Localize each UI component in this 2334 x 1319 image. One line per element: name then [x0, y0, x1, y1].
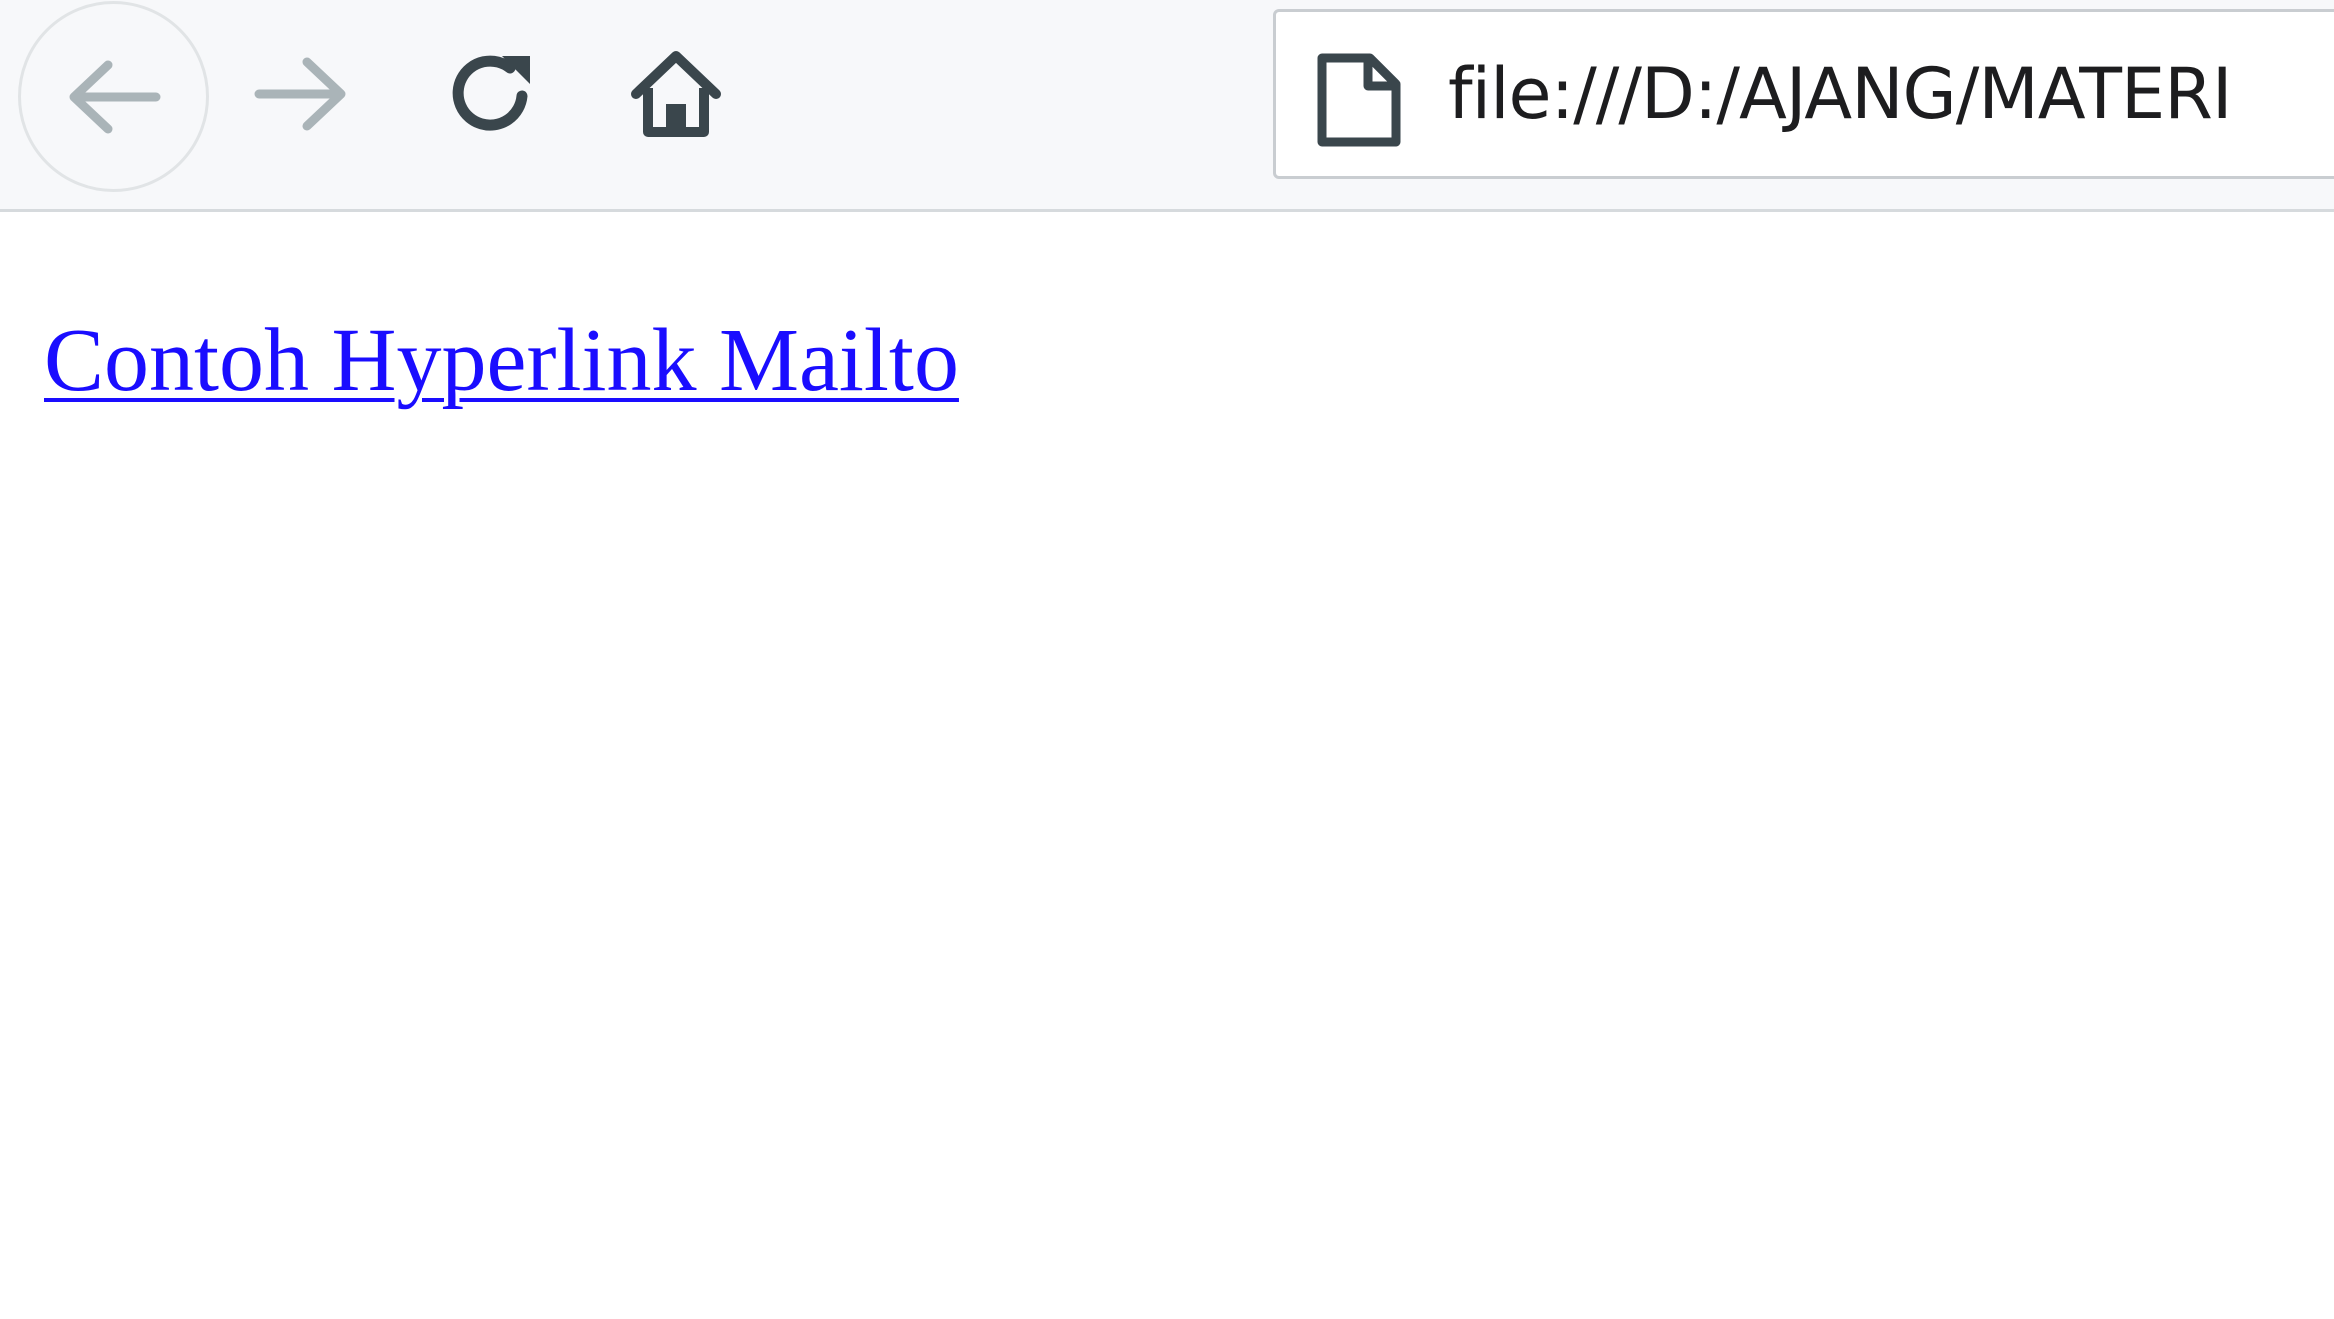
- address-bar[interactable]: file:///D:/AJANG/MATERI: [1273, 9, 2334, 179]
- arrow-right-icon: [254, 57, 346, 131]
- arrow-left-icon: [69, 60, 160, 133]
- home-button[interactable]: [620, 44, 732, 144]
- mailto-link[interactable]: Contoh Hyperlink Mailto: [44, 311, 959, 410]
- document-icon: [1317, 53, 1401, 147]
- reload-icon: [452, 55, 530, 131]
- page-content: Contoh Hyperlink Mailto: [0, 215, 2334, 1319]
- browser-toolbar: file:///D:/AJANG/MATERI: [0, 0, 2334, 212]
- back-button[interactable]: [18, 1, 209, 192]
- url-text: file:///D:/AJANG/MATERI: [1448, 53, 2233, 135]
- home-icon: [631, 51, 721, 137]
- forward-button[interactable]: [245, 44, 357, 144]
- reload-button[interactable]: [436, 44, 548, 144]
